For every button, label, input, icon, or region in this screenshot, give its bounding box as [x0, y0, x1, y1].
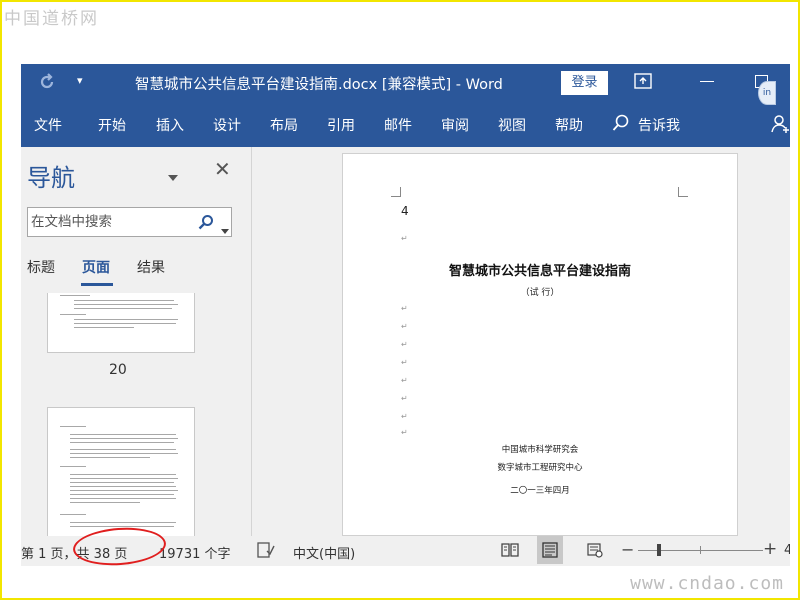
search-icon[interactable] — [198, 214, 214, 230]
document-title: 智慧城市公共信息平台建设指南 — [448, 264, 631, 279]
tab-headings[interactable]: 标题 — [27, 257, 55, 277]
zoom-slider-center-tick — [700, 546, 701, 554]
tab-mailings[interactable]: 邮件 — [384, 115, 412, 135]
tab-pages[interactable]: 页面 — [82, 257, 110, 277]
tab-layout[interactable]: 布局 — [270, 115, 298, 135]
read-mode-icon[interactable] — [501, 542, 519, 558]
search-input[interactable] — [28, 208, 193, 236]
active-tab-indicator — [81, 283, 113, 286]
undo-icon[interactable] — [37, 72, 57, 92]
lightbulb-search-icon[interactable] — [612, 114, 630, 132]
paragraph-mark: ↵ — [401, 340, 408, 349]
word-count-status[interactable]: 19731 个字 — [159, 543, 231, 562]
search-options-chevron-icon[interactable] — [221, 220, 229, 234]
share-user-icon[interactable] — [770, 114, 790, 134]
close-icon[interactable]: ✕ — [214, 159, 231, 179]
chevron-down-icon[interactable] — [167, 167, 179, 181]
paragraph-mark: ↵ — [401, 428, 408, 437]
window-title: 智慧城市公共信息平台建设指南.docx [兼容模式] - Word — [135, 77, 503, 93]
minimize-button[interactable] — [700, 81, 714, 82]
zoom-in-button[interactable]: + — [763, 539, 777, 559]
tab-file[interactable]: 文件 — [34, 115, 62, 135]
document-org-2: 数字城市工程研究中心 — [497, 463, 583, 473]
document-date: 二〇一三年四月 — [510, 486, 570, 496]
watermark-bottom: www.cndao.com — [630, 573, 784, 594]
web-layout-icon[interactable] — [587, 542, 603, 558]
language-status[interactable]: 中文(中国) — [293, 543, 355, 562]
margin-corner-top-left — [391, 187, 401, 197]
word-window: ▾ 智慧城市公共信息平台建设指南.docx [兼容模式] - Word 登录 文… — [21, 64, 790, 566]
document-subtitle: （试 行） — [520, 288, 560, 298]
ribbon-display-options-icon[interactable] — [634, 73, 652, 89]
document-canvas[interactable]: 4 ↵ 智慧城市公共信息平台建设指南 （试 行） ↵ ↵ ↵ ↵ ↵ ↵ ↵ ↵… — [253, 147, 790, 536]
nav-pane-title: 导航 — [27, 164, 75, 192]
zoom-out-button[interactable]: − — [621, 540, 634, 559]
tab-view[interactable]: 视图 — [498, 115, 526, 135]
navigation-pane: 导航 ✕ 标题 页面 结果 20 — [21, 147, 252, 536]
title-bar: ▾ 智慧城市公共信息平台建设指南.docx [兼容模式] - Word 登录 — [21, 64, 790, 101]
tab-review[interactable]: 审阅 — [441, 115, 469, 135]
page-thumbnail-20[interactable] — [47, 293, 195, 353]
document-org-1: 中国城市科学研究会 — [501, 445, 579, 455]
paragraph-mark: ↵ — [401, 412, 408, 421]
login-button[interactable]: 登录 — [561, 71, 608, 95]
paragraph-mark: ↵ — [401, 394, 408, 403]
tab-insert[interactable]: 插入 — [156, 115, 184, 135]
watermark-top: 中国道桥网 — [4, 9, 99, 29]
nav-search-box — [27, 207, 232, 237]
paragraph-mark: ↵ — [401, 322, 408, 331]
margin-corner-top-right — [678, 187, 688, 197]
paragraph-mark: ↵ — [401, 304, 408, 313]
page-thumbnail-21[interactable] — [47, 407, 195, 536]
side-badge-icon[interactable]: in — [758, 81, 776, 105]
tab-help[interactable]: 帮助 — [555, 115, 583, 135]
proofing-icon[interactable] — [257, 542, 275, 558]
thumbnail-page-number: 20 — [109, 362, 127, 378]
zoom-slider-thumb[interactable] — [657, 544, 661, 556]
zoom-level[interactable]: 4 — [784, 543, 790, 558]
tab-references[interactable]: 引用 — [327, 115, 355, 135]
page-number-mark: 4 — [401, 204, 409, 218]
tab-home[interactable]: 开始 — [98, 115, 126, 135]
ribbon-tabs: 文件 开始 插入 设计 布局 引用 邮件 审阅 视图 帮助 告诉我 — [21, 101, 790, 147]
tell-me-box[interactable]: 告诉我 — [638, 115, 680, 135]
customize-qat-icon[interactable]: ▾ — [77, 74, 83, 87]
paragraph-mark: ↵ — [401, 234, 408, 243]
print-layout-button[interactable] — [537, 536, 563, 564]
paragraph-mark: ↵ — [401, 376, 408, 385]
tab-design[interactable]: 设计 — [213, 115, 241, 135]
tab-results[interactable]: 结果 — [137, 257, 165, 277]
document-page[interactable]: 4 ↵ 智慧城市公共信息平台建设指南 （试 行） ↵ ↵ ↵ ↵ ↵ ↵ ↵ ↵… — [342, 153, 738, 536]
paragraph-mark: ↵ — [401, 358, 408, 367]
